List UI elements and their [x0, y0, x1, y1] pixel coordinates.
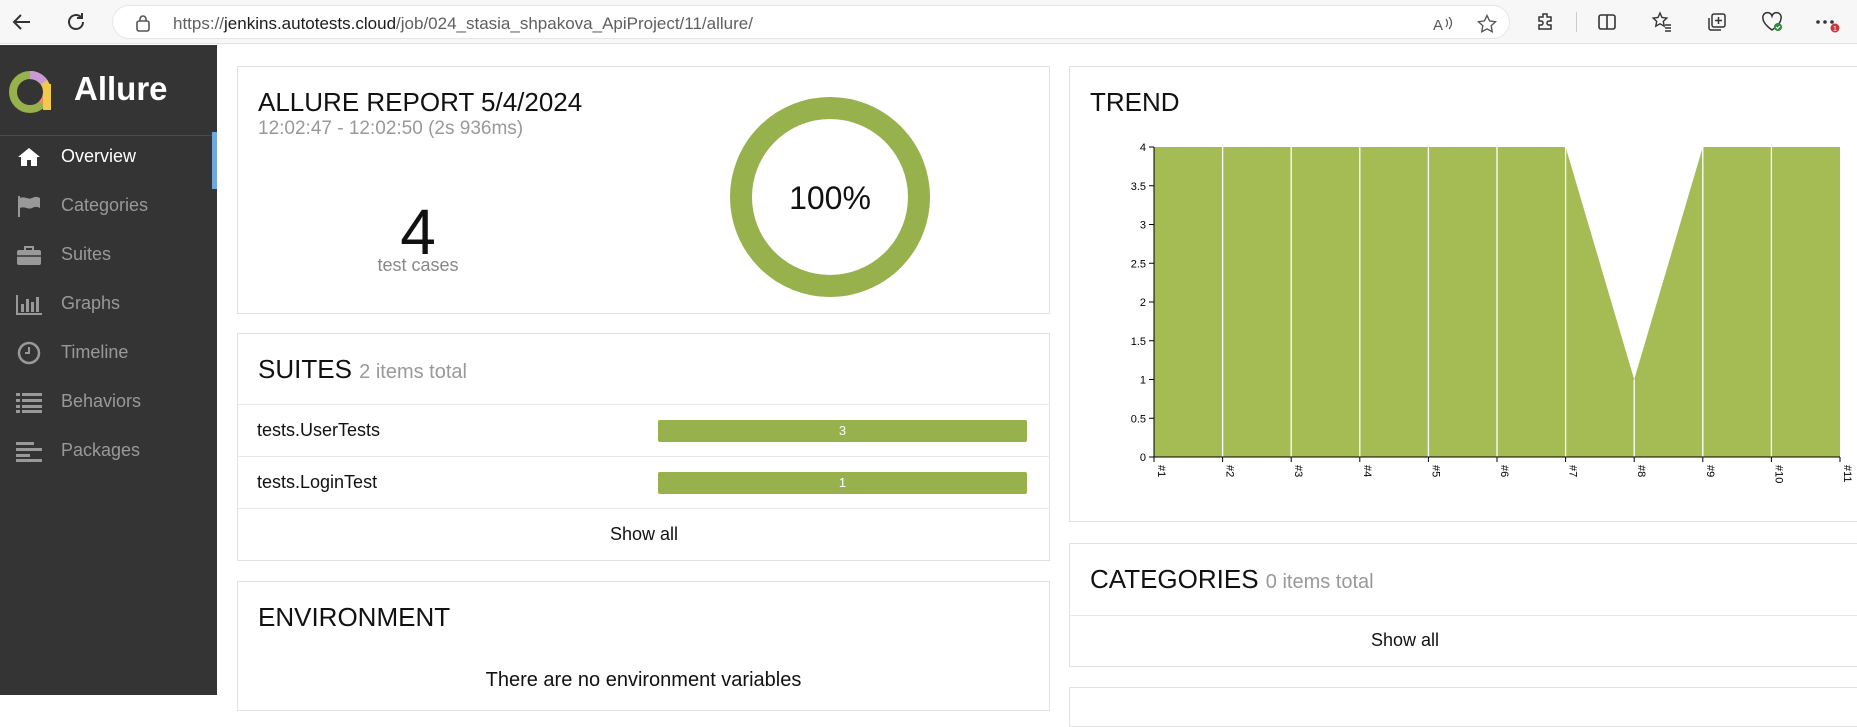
x-tick-label: #5 — [1429, 465, 1441, 477]
categories-card: CATEGORIES 0 items total Show all — [1069, 543, 1857, 667]
list-icon — [14, 389, 44, 415]
refresh-button[interactable] — [60, 6, 92, 38]
clock-icon — [14, 340, 44, 366]
show-all-row: Show all — [238, 508, 1050, 561]
categories-title-text: CATEGORIES — [1090, 564, 1259, 594]
back-arrow-icon — [12, 14, 30, 30]
y-tick-label: 4 — [1140, 142, 1146, 154]
sidebar-item-graphs[interactable]: Graphs — [0, 279, 217, 329]
environment-title: ENVIRONMENT — [258, 602, 451, 632]
browser-essentials-icon[interactable] — [1758, 8, 1786, 36]
suite-name: tests.UserTests — [257, 420, 381, 440]
toolbar-divider — [1576, 12, 1577, 32]
browser-toolbar: https://jenkins.autotests.cloud/job/024_… — [0, 0, 1857, 44]
read-aloud-icon[interactable]: A — [1431, 12, 1455, 36]
sidebar-item-label: Categories — [61, 195, 149, 215]
success-rate-donut[interactable]: 100% — [730, 97, 930, 297]
home-icon — [14, 144, 44, 170]
svg-text:A: A — [1433, 17, 1443, 33]
align-left-icon — [14, 438, 44, 464]
categories-divider — [1070, 615, 1857, 616]
table-row[interactable]: tests.LoginTest 1 — [238, 456, 1050, 508]
brand-name: Allure — [74, 70, 168, 107]
table-row[interactable]: tests.UserTests 3 — [238, 404, 1050, 456]
url-text: https://jenkins.autotests.cloud/job/024_… — [173, 14, 753, 34]
sidebar-item-label: Behaviors — [61, 391, 142, 411]
sidebar-item-label: Overview — [61, 146, 137, 166]
favorite-star-icon[interactable] — [1475, 12, 1499, 36]
x-tick-label: #1 — [1155, 465, 1167, 477]
sidebar-item-overview[interactable]: Overview — [0, 132, 217, 189]
sidebar-item-label: Suites — [61, 244, 112, 264]
y-tick-label: 2.5 — [1131, 258, 1146, 270]
sidebar-item-behaviors[interactable]: Behaviors — [0, 377, 217, 427]
y-tick-label: 2 — [1140, 297, 1146, 309]
sidebar-item-categories[interactable]: Categories — [0, 181, 217, 231]
environment-message: There are no environment variables — [485, 669, 802, 691]
more-menu-icon[interactable]: 1 — [1813, 8, 1841, 36]
sidebar-item-suites[interactable]: Suites — [0, 230, 217, 280]
y-tick-label: 3 — [1140, 220, 1146, 232]
sidebar-item-label: Timeline — [61, 342, 129, 362]
categories-show-all-link[interactable]: Show all — [1070, 630, 1740, 651]
url-host: jenkins.autotests.cloud — [224, 14, 397, 33]
sidebar-item-timeline[interactable]: Timeline — [0, 328, 217, 378]
sidebar-item-label: Graphs — [61, 293, 121, 313]
suite-status-bar: 3 — [658, 420, 1027, 442]
y-tick-label: 0 — [1140, 452, 1146, 464]
report-time: 12:02:47 - 12:02:50 (2s 936ms) — [258, 118, 524, 139]
sidebar-item-packages[interactable]: Packages — [0, 426, 217, 476]
y-tick-label: 1.5 — [1131, 336, 1146, 348]
split-screen-icon[interactable] — [1593, 8, 1621, 36]
x-tick-label: #11 — [1841, 465, 1853, 483]
x-tick-label: #2 — [1224, 465, 1236, 477]
x-tick-label: #10 — [1772, 465, 1784, 483]
x-tick-label: #6 — [1498, 465, 1510, 477]
suites-card: SUITES 2 items total tests.UserTests 3 t… — [237, 333, 1050, 561]
suite-status-bar: 1 — [658, 472, 1027, 494]
y-tick-label: 1 — [1140, 375, 1146, 387]
x-tick-label: #3 — [1292, 465, 1304, 477]
allure-logo-icon — [9, 71, 51, 113]
svg-text:1: 1 — [1833, 26, 1837, 33]
bar-chart-icon — [14, 291, 44, 317]
suite-name: tests.LoginTest — [257, 472, 378, 492]
extensions-icon[interactable] — [1532, 8, 1560, 36]
suites-subtitle: 2 items total — [359, 361, 467, 383]
suites-title-text: SUITES — [258, 354, 352, 384]
trend-card: TREND 0 0.5 1 1.5 2 2.5 3 3.5 4 #1 #2 #3 #4 #5 #6 #7 #8 #… — [1069, 66, 1857, 522]
suites-show-all-link[interactable]: Show all — [238, 524, 1050, 545]
briefcase-icon — [14, 242, 44, 268]
report-title: ALLURE REPORT 5/4/2024 — [258, 87, 583, 117]
flag-icon — [14, 193, 44, 219]
categories-subtitle: 0 items total — [1265, 571, 1374, 593]
x-tick-label: #7 — [1567, 465, 1579, 477]
test-case-label: test cases — [377, 255, 459, 275]
y-tick-label: 0.5 — [1131, 413, 1146, 425]
url-prefix: https:// — [173, 14, 225, 33]
categories-title: CATEGORIES 0 items total — [1090, 564, 1374, 595]
x-tick-label: #9 — [1704, 465, 1716, 477]
sidebar-item-label: Packages — [61, 440, 141, 460]
trend-chart[interactable]: 0 0.5 1 1.5 2 2.5 3 3.5 4 #1 #2 #3 #4 #5 #6 #7 #8 #9 #10 #1… — [1070, 137, 1857, 507]
next-card — [1069, 687, 1857, 727]
collections-icon[interactable] — [1703, 8, 1731, 36]
x-tick-label: #4 — [1361, 465, 1373, 477]
y-tick-label: 3.5 — [1131, 181, 1146, 193]
refresh-icon — [68, 13, 84, 30]
trend-title: TREND — [1090, 87, 1180, 117]
back-button[interactable] — [6, 6, 38, 38]
environment-card: ENVIRONMENT There are no environment var… — [237, 581, 1050, 711]
url-path: /job/024_stasia_shpakova_ApiProject/11/a… — [396, 14, 753, 33]
sidebar: Allure Overview Categories Suites Graphs… — [0, 45, 217, 695]
x-tick-label: #8 — [1635, 465, 1647, 477]
report-summary-card: ALLURE REPORT 5/4/2024 12:02:47 - 12:02:… — [237, 66, 1050, 314]
success-percent: 100% — [789, 180, 871, 216]
lock-icon — [135, 14, 151, 37]
suites-title: SUITES 2 items total — [258, 354, 467, 385]
brand[interactable]: Allure — [0, 45, 217, 135]
favorites-icon[interactable] — [1648, 8, 1676, 36]
address-bar[interactable]: https://jenkins.autotests.cloud/job/024_… — [112, 5, 1510, 39]
